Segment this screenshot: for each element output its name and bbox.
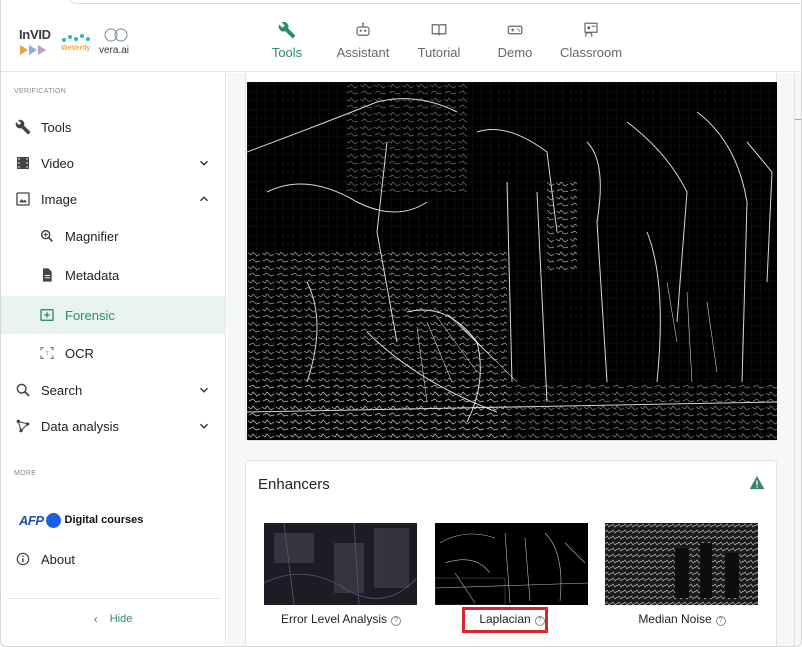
nav-tutorial[interactable]: Tutorial <box>401 8 477 72</box>
warning-icon[interactable] <box>749 475 765 490</box>
section-label-verification: VERIFICATION <box>14 88 67 95</box>
wrench-icon <box>278 21 296 38</box>
laplacian-thumbnail-graphic <box>435 523 588 605</box>
sidebar-item-label: Forensic <box>65 307 115 323</box>
sidebar-item-forensic[interactable]: Forensic <box>1 296 225 334</box>
section-label-more: MORE <box>14 470 37 477</box>
right-panel-edge <box>794 73 795 646</box>
afp-digital-courses-link[interactable]: AFP Digital courses <box>19 510 143 530</box>
nav-demo[interactable]: Demo <box>477 8 553 72</box>
weverify-dots-icon <box>62 34 90 42</box>
enhancers-card: Enhancers Error Level Analysis ? Laplaci… <box>245 460 777 646</box>
enhancers-title: Enhancers <box>258 476 330 493</box>
sidebar-item-label: OCR <box>65 345 94 361</box>
sidebar-item-label: Search <box>41 382 83 398</box>
sidebar-item-label: Tools <box>41 119 72 135</box>
forensic-icon <box>40 309 54 321</box>
sidebar-item-search[interactable]: Search <box>1 372 225 408</box>
app-frame: InVID WeVerify vera.ai Tools Assistant T… <box>0 0 802 647</box>
nav-tools[interactable]: Tools <box>249 8 325 72</box>
wrench-icon <box>15 119 31 135</box>
sidebar-item-data-analysis[interactable]: Data analysis <box>1 408 225 444</box>
thumbnail-laplacian[interactable] <box>435 523 588 605</box>
laplacian-output-graphic <box>247 82 777 440</box>
help-icon[interactable]: ? <box>715 616 726 626</box>
chevron-left-icon: ‹ <box>93 611 98 626</box>
forensic-filter-image[interactable] <box>247 82 777 440</box>
graph-icon <box>16 419 30 433</box>
thumbnail-error-level-analysis[interactable] <box>264 523 417 605</box>
nav-tutorial-label: Tutorial <box>417 44 461 60</box>
classroom-icon <box>584 22 598 37</box>
main-content: Enhancers Error Level Analysis ? Laplaci… <box>227 73 801 646</box>
brand-logo[interactable]: InVID WeVerify vera.ai <box>17 25 137 59</box>
nav-tools-label: Tools <box>271 44 303 60</box>
sidebar-item-image[interactable]: Image <box>1 181 225 217</box>
nav-demo-label: Demo <box>497 44 533 60</box>
gamepad-icon <box>507 25 523 34</box>
nav-classroom[interactable]: Classroom <box>553 8 629 72</box>
sidebar-item-metadata[interactable]: Metadata <box>1 257 225 293</box>
weverify-logo-text: WeVerify <box>61 45 91 52</box>
chevron-down-icon <box>200 160 208 166</box>
forensic-result-card <box>245 73 777 441</box>
search-icon <box>16 383 30 397</box>
vera-logo-icon <box>104 28 128 42</box>
top-nav: Tools Assistant Tutorial Demo Classroom <box>249 8 629 72</box>
vera-logo-text: vera.ai <box>99 45 130 56</box>
help-icon[interactable]: ? <box>391 616 402 626</box>
robot-icon <box>356 22 370 36</box>
label-median-noise: Median Noise? <box>597 612 767 626</box>
nav-assistant[interactable]: Assistant <box>325 8 401 72</box>
chevron-down-icon <box>200 423 208 429</box>
film-icon <box>17 157 29 169</box>
laplacian-selection-highlight <box>462 607 548 633</box>
sidebar-item-about[interactable]: About <box>1 541 225 577</box>
sidebar: VERIFICATION Tools Video Image Magnifier… <box>1 73 226 646</box>
afp-logo: AFP <box>19 512 44 528</box>
sidebar-item-magnifier[interactable]: Magnifier <box>1 218 225 254</box>
app-header: InVID WeVerify vera.ai Tools Assistant T… <box>1 8 801 72</box>
chevron-down-icon <box>200 387 208 393</box>
sidebar-item-label: Data analysis <box>41 418 120 434</box>
svg-text:T: T <box>45 351 49 357</box>
afp-label: Digital courses <box>64 514 144 526</box>
sidebar-item-label: Image <box>41 191 78 207</box>
label-error-level-analysis: Error Level Analysis? <box>256 612 426 626</box>
hide-sidebar-button[interactable]: ‹ Hide <box>7 598 219 638</box>
thumbnail-median-noise[interactable] <box>605 523 758 605</box>
sidebar-item-video[interactable]: Video <box>1 145 225 181</box>
median-noise-thumbnail-graphic <box>605 523 758 605</box>
ocr-icon: T <box>40 347 54 359</box>
info-icon <box>16 552 30 566</box>
document-icon <box>43 268 52 282</box>
afp-dot-icon <box>45 512 61 528</box>
sidebar-item-label: Metadata <box>65 267 120 283</box>
sidebar-item-tools[interactable]: Tools <box>1 109 225 145</box>
sidebar-item-label: Video <box>41 155 75 171</box>
browser-top-edge <box>71 0 801 4</box>
nav-classroom-label: Classroom <box>559 44 623 60</box>
invid-logo-text: InVID <box>19 27 51 42</box>
chevron-up-icon <box>200 196 208 202</box>
right-panel-tab-indicator <box>795 119 801 120</box>
book-icon <box>431 23 447 35</box>
nav-assistant-label: Assistant <box>336 44 390 60</box>
sidebar-item-label: Magnifier <box>65 228 119 244</box>
sidebar-item-label: About <box>41 551 75 567</box>
ela-thumbnail-graphic <box>264 523 417 605</box>
hide-label: Hide <box>109 612 133 625</box>
sidebar-item-ocr[interactable]: T OCR <box>1 335 225 371</box>
image-icon <box>16 192 30 206</box>
zoom-icon <box>40 229 53 242</box>
